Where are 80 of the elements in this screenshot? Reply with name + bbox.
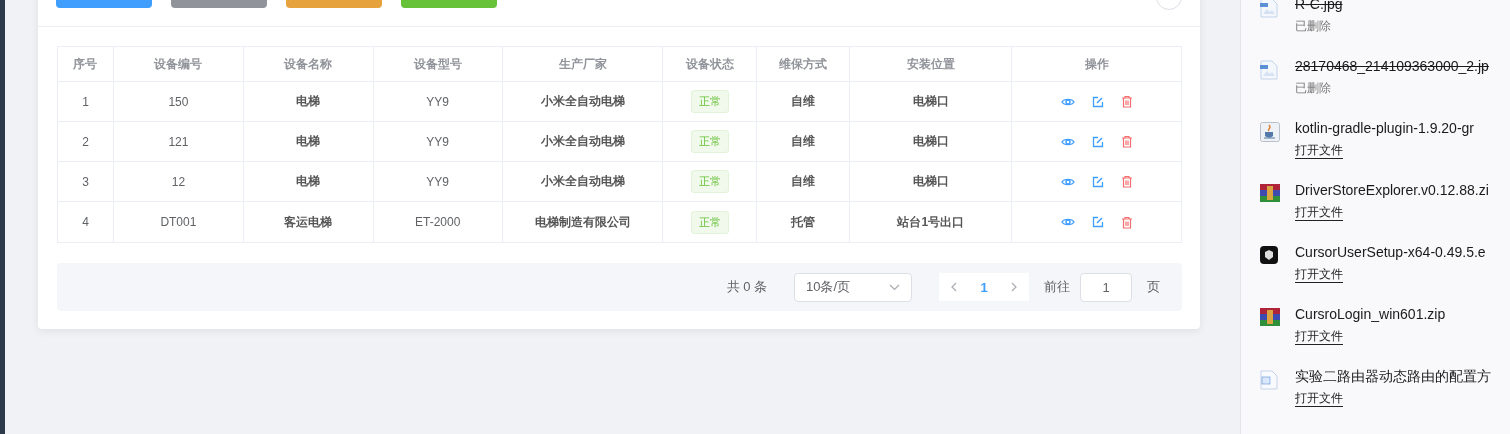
page-size-select[interactable]: 10条/页	[794, 272, 912, 302]
table-cell: 4	[82, 215, 89, 229]
file-status: 已删除	[1295, 18, 1332, 35]
edit-icon[interactable]	[1091, 135, 1104, 148]
page-suffix: 页	[1147, 278, 1160, 296]
file-name: CursorUserSetup-x64-0.49.5.e	[1295, 243, 1486, 262]
view-icon[interactable]	[1060, 136, 1075, 147]
column-header: 操作	[1012, 47, 1182, 82]
table-cell: YY9	[426, 134, 449, 149]
goto-page-field[interactable]: 1	[1080, 272, 1132, 302]
delete-icon[interactable]	[1120, 215, 1133, 229]
table-cell: 电梯制造有限公司	[534, 213, 631, 231]
table-cell: 电梯	[296, 173, 321, 190]
table-cell: 小米全自动电梯	[540, 173, 625, 190]
open-file-link[interactable]: 打开文件	[1295, 391, 1343, 407]
table-cell: 电梯	[296, 93, 321, 110]
edit-icon[interactable]	[1091, 175, 1104, 188]
table-cell: 2	[82, 134, 89, 149]
table-cell: 电梯口	[912, 93, 949, 110]
view-icon[interactable]	[1060, 217, 1075, 227]
open-file-link[interactable]: 打开文件	[1295, 267, 1343, 283]
archive-books-icon	[1260, 184, 1280, 202]
open-file-link[interactable]: 打开文件	[1295, 143, 1343, 159]
table-cell: 托管	[791, 213, 816, 231]
status-tag: 正常	[690, 130, 729, 153]
view-icon[interactable]	[1060, 96, 1075, 107]
table-cell: 12	[171, 174, 186, 189]
total-count: 共 0 条	[726, 278, 767, 296]
chevron-right-icon	[1011, 282, 1017, 292]
column-header: 设备名称	[243, 47, 374, 82]
table-cell: ET-2000	[415, 215, 461, 229]
table-cell: 电梯口	[912, 133, 949, 150]
table-cell: 客运电梯	[284, 213, 333, 231]
delete-icon[interactable]	[1120, 175, 1133, 188]
table-cell: DT001	[160, 215, 197, 229]
table-cell: 121	[168, 134, 189, 149]
column-header: 设备型号	[373, 47, 503, 82]
file-name: DriverStoreExplorer.v0.12.88.zi	[1295, 181, 1489, 200]
view-icon[interactable]	[1060, 176, 1075, 187]
status-tag: 正常	[690, 90, 729, 113]
archive-books-icon	[1260, 308, 1280, 326]
table-cell: YY9	[426, 94, 449, 109]
file-name: 28170468_214109363000_2.jp	[1295, 57, 1489, 76]
chevron-down-icon	[889, 283, 900, 291]
goto-label: 前往	[1044, 278, 1070, 296]
file-name: CursroLogin_win601.zip	[1295, 305, 1446, 324]
table-cell: 站台1号出口	[897, 213, 965, 231]
delete-icon[interactable]	[1120, 135, 1133, 148]
file-name: kotlin-gradle-plugin-1.9.20-gr	[1295, 119, 1474, 138]
open-file-link[interactable]: 打开文件	[1295, 329, 1343, 345]
table-cell: 小米全自动电梯	[540, 93, 625, 110]
open-file-link[interactable]: 打开文件	[1295, 205, 1343, 221]
status-tag: 正常	[690, 210, 729, 234]
coffee-cup-icon	[1260, 122, 1280, 142]
edit-icon[interactable]	[1091, 95, 1104, 108]
status-tag: 正常	[690, 170, 729, 193]
chevron-left-icon	[951, 282, 957, 292]
table-cell: 150	[168, 94, 189, 109]
table-cell: 电梯	[296, 133, 321, 150]
edit-icon[interactable]	[1091, 216, 1104, 228]
table-cell: 1	[82, 94, 89, 109]
delete-icon[interactable]	[1120, 95, 1133, 108]
column-header: 设备编号	[113, 47, 244, 82]
file-name: 实验二路由器动态路由的配置方	[1295, 367, 1491, 386]
table-cell: 电梯口	[912, 173, 949, 190]
table-cell: 自维	[791, 133, 816, 150]
table-cell: 小米全自动电梯	[540, 133, 625, 150]
column-header: 维保方式	[757, 47, 851, 82]
table-cell: 自维	[791, 93, 816, 110]
cube-app-icon	[1260, 246, 1278, 264]
column-header: 设备状态	[663, 47, 758, 82]
file-status: 已删除	[1295, 80, 1332, 97]
word-document-icon	[1260, 370, 1278, 390]
column-header: 生产厂家	[502, 47, 664, 82]
image-file-icon	[1260, 60, 1278, 80]
table-cell: 3	[82, 174, 89, 189]
table-cell: 自维	[791, 173, 816, 190]
column-header: 序号	[58, 47, 114, 82]
table-cell: YY9	[426, 174, 449, 189]
column-header: 安装位置	[850, 47, 1013, 82]
